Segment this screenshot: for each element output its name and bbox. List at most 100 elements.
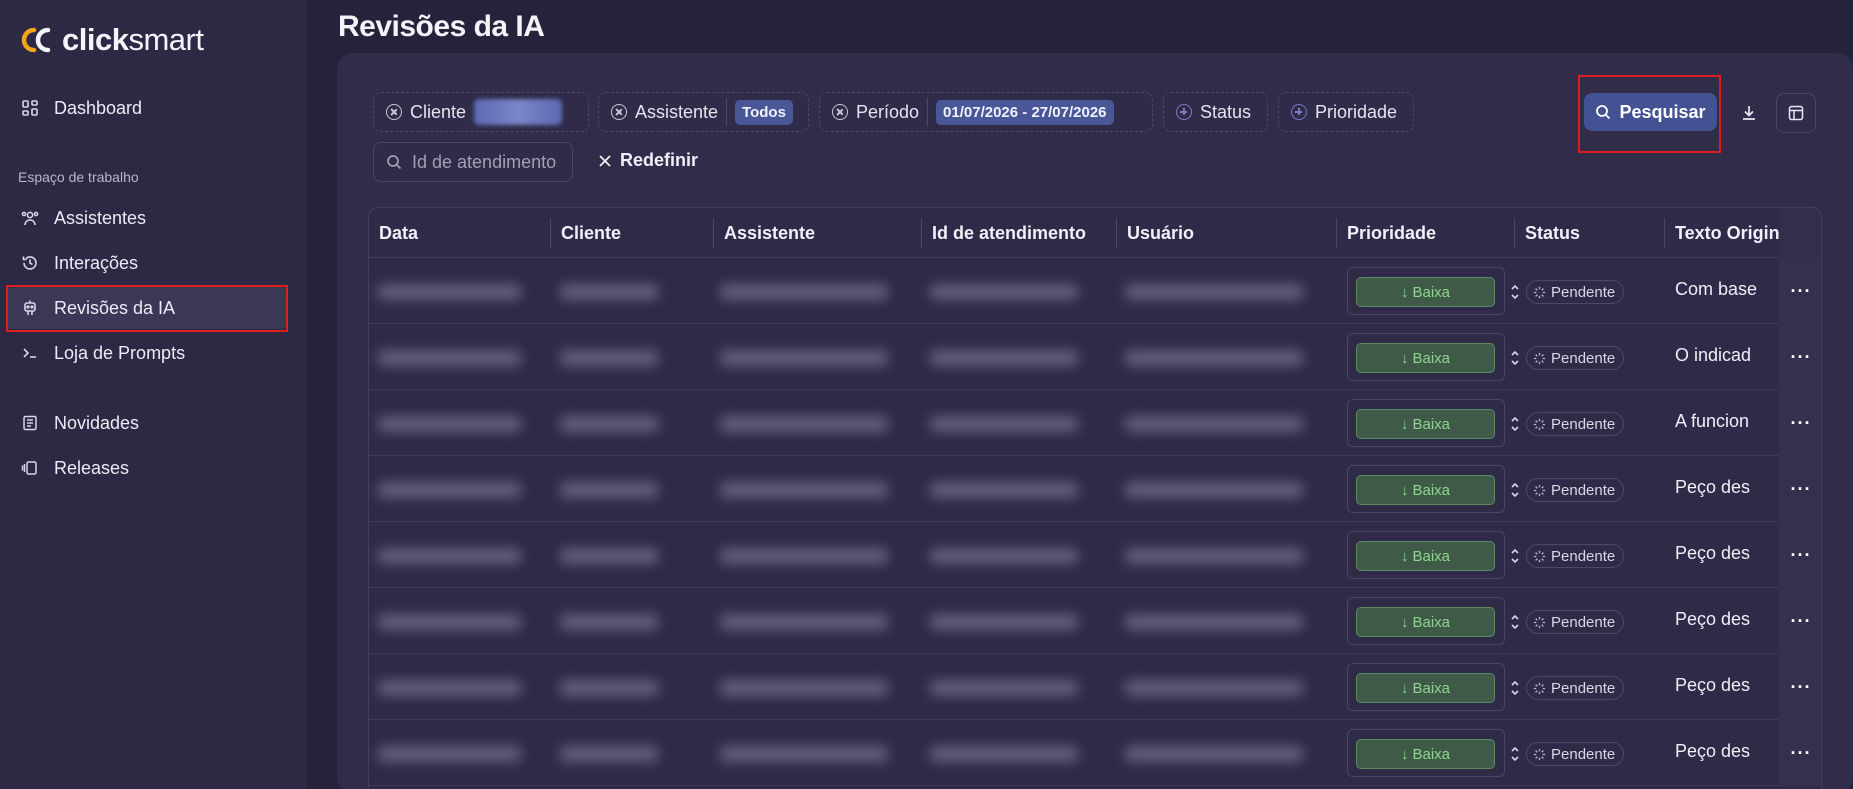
priority-select[interactable]: ↓ Baixa (1347, 399, 1505, 447)
status-badge: Pendente (1526, 676, 1625, 700)
add-circle-icon (1176, 104, 1192, 120)
table-row[interactable]: ↓ Baixa Pendente Peço des ··· (369, 522, 1821, 588)
status-badge: Pendente (1526, 478, 1625, 502)
redacted-cell (559, 614, 659, 630)
priority-select[interactable]: ↓ Baixa (1347, 597, 1505, 645)
logo-icon (21, 27, 51, 53)
status-label: Pendente (1551, 349, 1616, 367)
filter-cliente[interactable]: Cliente (373, 92, 589, 132)
redacted-cell (929, 614, 1079, 630)
table-row[interactable]: ↓ Baixa Pendente Peço des ··· (369, 456, 1821, 522)
status-label: Pendente (1551, 283, 1616, 301)
reset-button[interactable]: Redefinir (598, 150, 698, 171)
texto-original-text: Peço des (1675, 543, 1751, 563)
column-usuario[interactable]: Usuário (1117, 208, 1194, 258)
filter-periodo-value: 01/07/2026 - 27/07/2026 (936, 99, 1114, 125)
table-row[interactable]: ↓ Baixa Pendente Peço des ··· (369, 654, 1821, 720)
column-status[interactable]: Status (1515, 208, 1580, 258)
sort-updown-icon[interactable] (1509, 480, 1521, 500)
sidebar-item-novidades[interactable]: Novidades (8, 402, 286, 444)
loader-icon (1533, 484, 1546, 496)
priority-select[interactable]: ↓ Baixa (1347, 333, 1505, 381)
column-texto-original[interactable]: Texto Original (1665, 208, 1795, 258)
redacted-cell (377, 746, 522, 762)
sidebar-item-interacoes[interactable]: Interações (8, 242, 286, 284)
filter-assistente[interactable]: Assistente Todos (598, 92, 809, 132)
sort-updown-icon[interactable] (1509, 414, 1521, 434)
texto-original-cell: Peço des (1675, 741, 1750, 762)
redacted-cell (719, 548, 889, 564)
sort-updown-icon[interactable] (1509, 678, 1521, 698)
more-actions-button[interactable]: ··· (1779, 588, 1821, 654)
more-horizontal-icon: ··· (1790, 346, 1812, 367)
redacted-cell (559, 548, 659, 564)
arrow-down-icon: ↓ (1400, 547, 1409, 565)
search-placeholder: Id de atendimento (412, 151, 557, 172)
sidebar-item-label: Dashboard (54, 97, 143, 118)
priority-select[interactable]: ↓ Baixa (1347, 267, 1505, 315)
redacted-cell (559, 284, 659, 300)
id-atendimento-search[interactable]: Id de atendimento (373, 142, 573, 182)
texto-original-text: Peço des (1675, 675, 1751, 695)
clear-circle-icon[interactable] (611, 104, 627, 120)
clear-circle-icon[interactable] (386, 104, 402, 120)
filter-status[interactable]: Status (1163, 92, 1268, 132)
more-actions-button[interactable]: ··· (1779, 324, 1821, 390)
more-horizontal-icon: ··· (1790, 478, 1812, 499)
more-actions-button[interactable]: ··· (1779, 522, 1821, 588)
sidebar-item-releases[interactable]: Releases (8, 447, 286, 489)
sort-updown-icon[interactable] (1509, 282, 1521, 302)
sort-updown-icon[interactable] (1509, 612, 1521, 632)
column-id-atendimento[interactable]: Id de atendimento (922, 208, 1086, 258)
table-row[interactable]: ↓ Baixa Pendente Peço des ··· (369, 588, 1821, 654)
more-actions-button[interactable]: ··· (1779, 390, 1821, 456)
releases-icon (20, 458, 40, 478)
sort-updown-icon[interactable] (1509, 546, 1521, 566)
download-button[interactable] (1729, 93, 1769, 133)
filter-periodo[interactable]: Período 01/07/2026 - 27/07/2026 (819, 92, 1153, 132)
columns-button[interactable] (1776, 93, 1816, 133)
redacted-cell (559, 746, 659, 762)
redacted-cell (1124, 614, 1304, 630)
table-row[interactable]: ↓ Baixa Pendente Com base ··· (369, 258, 1821, 324)
sort-updown-icon[interactable] (1509, 348, 1521, 368)
priority-select[interactable]: ↓ Baixa (1347, 465, 1505, 513)
redacted-cell (929, 680, 1079, 696)
page-title: Revisões da IA (338, 10, 545, 43)
priority-select[interactable]: ↓ Baixa (1347, 663, 1505, 711)
priority-badge: ↓ Baixa (1356, 541, 1495, 571)
texto-original-cell: Peço des (1675, 609, 1750, 630)
table-row[interactable]: ↓ Baixa Pendente O indicad ··· (369, 324, 1821, 390)
sidebar-item-assistentes[interactable]: Assistentes (8, 197, 286, 239)
more-horizontal-icon: ··· (1790, 610, 1812, 631)
highlight-box-search (1578, 75, 1721, 153)
more-actions-button[interactable]: ··· (1779, 720, 1821, 786)
sort-updown-icon[interactable] (1509, 744, 1521, 764)
sidebar-item-dashboard[interactable]: Dashboard (8, 87, 286, 129)
priority-label: Baixa (1412, 349, 1451, 367)
sidebar-item-loja-prompts[interactable]: Loja de Prompts (8, 332, 286, 374)
column-cliente[interactable]: Cliente (551, 208, 621, 258)
filter-prioridade[interactable]: Prioridade (1278, 92, 1414, 132)
more-actions-button[interactable]: ··· (1779, 456, 1821, 522)
reset-label: Redefinir (620, 150, 699, 170)
table-columns-icon (1788, 105, 1804, 121)
more-actions-button[interactable]: ··· (1779, 258, 1821, 324)
more-horizontal-icon: ··· (1790, 412, 1812, 433)
column-data[interactable]: Data (369, 208, 418, 258)
loader-icon (1533, 418, 1546, 430)
redacted-cell (719, 746, 889, 762)
table-row[interactable]: ↓ Baixa Pendente Peço des ··· (369, 720, 1821, 786)
users-icon (20, 208, 40, 228)
column-prioridade[interactable]: Prioridade (1337, 208, 1436, 258)
priority-select[interactable]: ↓ Baixa (1347, 531, 1505, 579)
priority-select[interactable]: ↓ Baixa (1347, 729, 1505, 777)
column-assistente[interactable]: Assistente (714, 208, 815, 258)
brand-name: clicksmart (62, 22, 204, 57)
status-badge: Pendente (1526, 742, 1625, 766)
brand-logo[interactable]: clicksmart (18, 22, 204, 58)
more-actions-button[interactable]: ··· (1779, 654, 1821, 720)
clear-circle-icon[interactable] (832, 104, 848, 120)
texto-original-text: Peço des (1675, 477, 1751, 497)
table-row[interactable]: ↓ Baixa Pendente A funcion ··· (369, 390, 1821, 456)
